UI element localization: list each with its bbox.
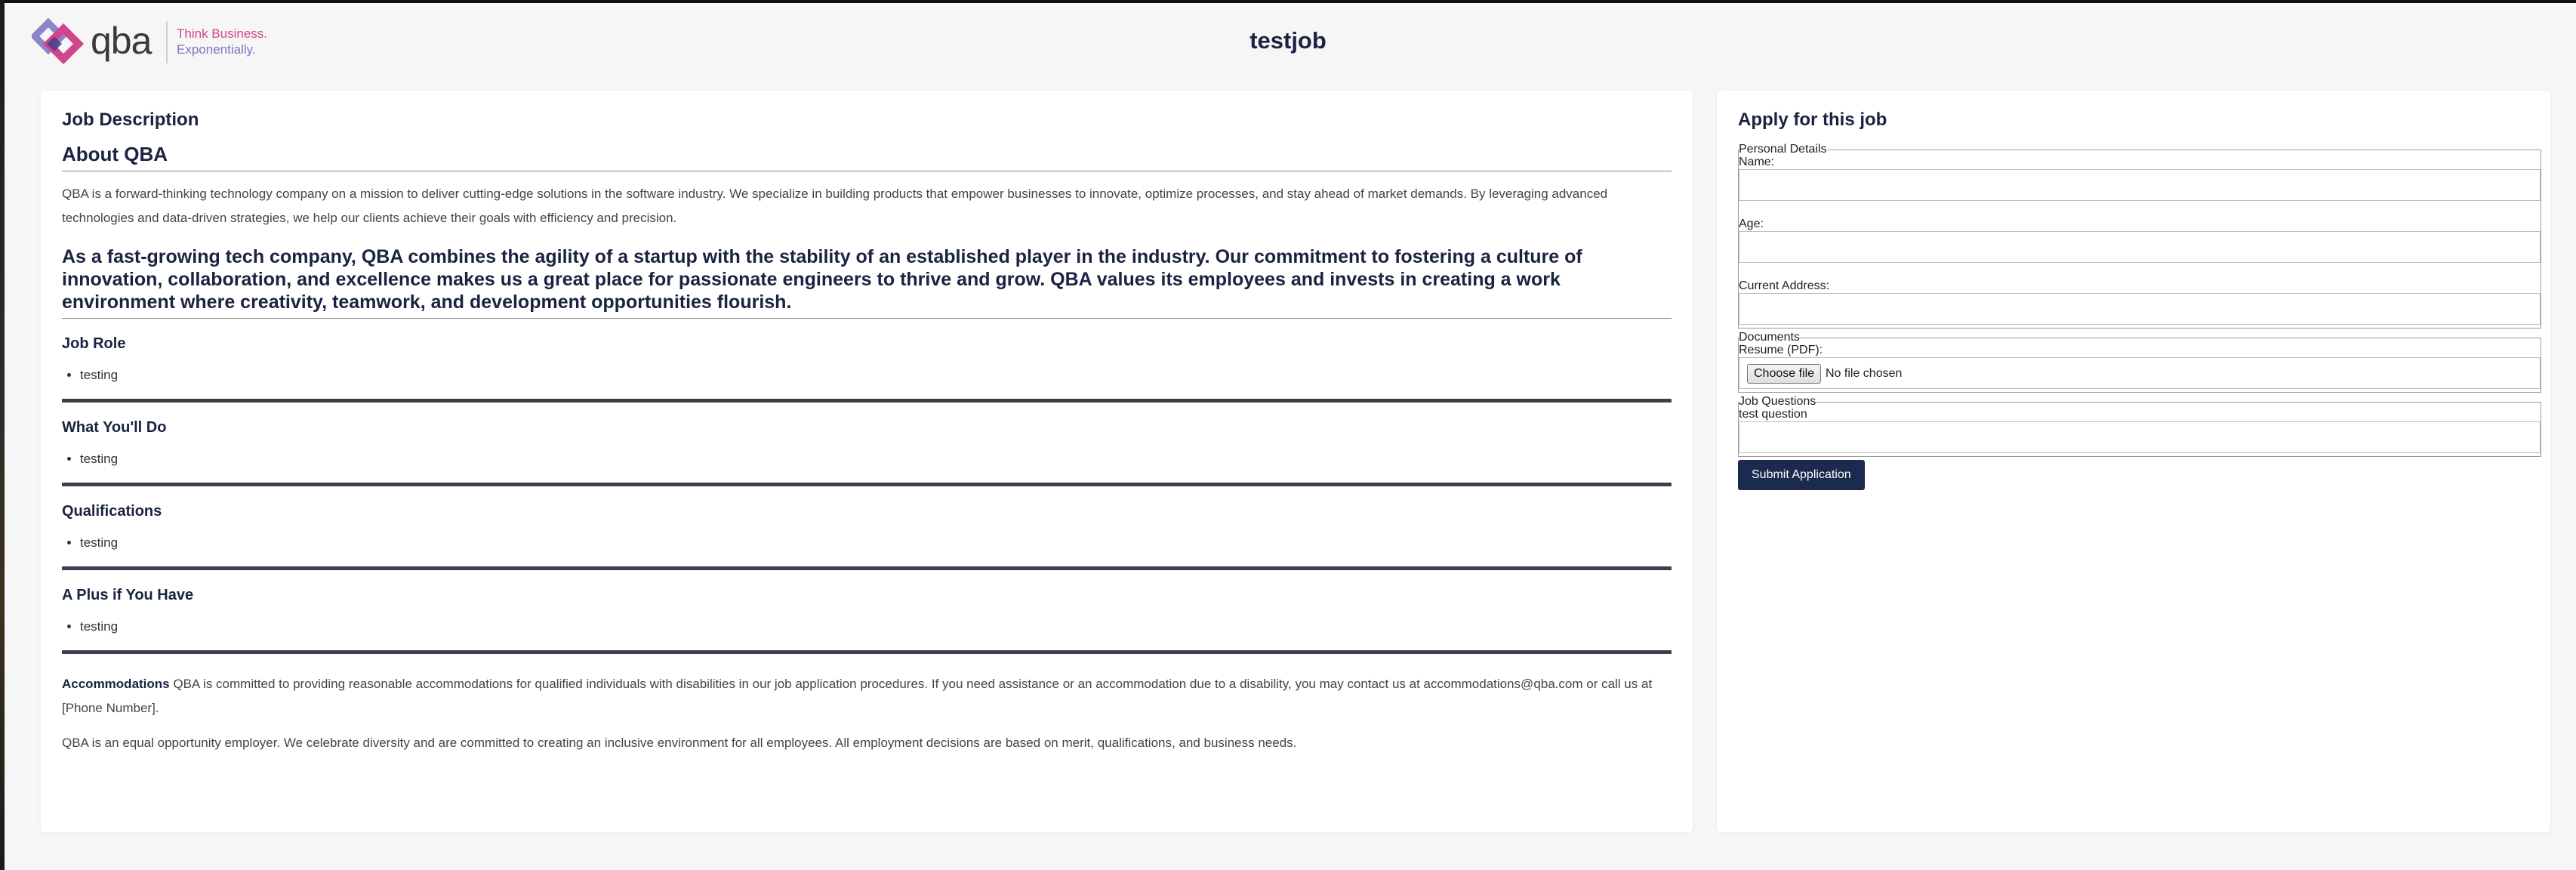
job-questions-legend: Job Questions <box>1739 395 1816 408</box>
page-title: testjob <box>1249 27 1327 54</box>
documents-legend: Documents <box>1739 331 1800 344</box>
list-item: testing <box>80 367 1672 384</box>
about-qba-heading: About QBA <box>62 142 1672 171</box>
section-title: Job Role <box>62 335 126 352</box>
list-item: testing <box>80 619 1672 635</box>
personal-details-fieldset: Personal Details Name: Age: Current Addr… <box>1738 143 2541 329</box>
section-list: testing <box>62 451 1672 467</box>
job-questions-fieldset: Job Questions test question <box>1738 396 2541 457</box>
accommodations-paragraph: Accommodations QBA is committed to provi… <box>62 672 1672 720</box>
section-title: A Plus if You Have <box>62 587 194 603</box>
section-list: testing <box>62 619 1672 635</box>
section-job-role: Job Role testing <box>62 334 1672 403</box>
section-divider <box>62 566 1672 570</box>
age-label: Age: <box>1739 218 1764 230</box>
section-divider <box>62 650 1672 654</box>
choose-file-button[interactable]: Choose file <box>1747 364 1822 384</box>
submit-application-button[interactable]: Submit Application <box>1738 460 1865 490</box>
section-divider <box>62 399 1672 403</box>
list-item: testing <box>80 535 1672 551</box>
file-status-text: No file chosen <box>1826 367 1903 380</box>
resume-file-input[interactable]: Choose file No file chosen <box>1739 357 2541 389</box>
section-list: testing <box>62 367 1672 384</box>
section-qualifications: Qualifications testing <box>62 501 1672 570</box>
apply-heading: Apply for this job <box>1738 110 1887 130</box>
section-a-plus-if-you-have: A Plus if You Have testing <box>62 585 1672 654</box>
section-list: testing <box>62 535 1672 551</box>
section-title: Qualifications <box>62 503 162 520</box>
age-input[interactable] <box>1739 231 2541 263</box>
list-item: testing <box>80 451 1672 467</box>
current-address-label: Current Address: <box>1739 279 1830 292</box>
name-label: Name: <box>1739 156 1775 168</box>
accommodations-label: Accommodations <box>62 677 170 691</box>
section-title: What You'll Do <box>62 419 167 436</box>
application-card: Apply for this job Personal Details Name… <box>1717 91 2550 832</box>
job-description-heading: Job Description <box>62 110 199 130</box>
resume-label: Resume (PDF): <box>1739 344 1823 356</box>
site-header: qba Think Business. Exponentially. testj… <box>0 0 2576 83</box>
accommodations-body: QBA is committed to providing reasonable… <box>62 677 1653 715</box>
question-1-label: test question <box>1739 408 1807 421</box>
name-input[interactable] <box>1739 169 2541 201</box>
about-qba-body: QBA is a forward-thinking technology com… <box>62 187 1608 225</box>
background-edge <box>0 0 5 870</box>
equal-opportunity-statement: QBA is an equal opportunity employer. We… <box>62 736 1297 750</box>
section-what-youll-do: What You'll Do testing <box>62 418 1672 486</box>
about-qba-lead: As a fast-growing tech company, QBA comb… <box>62 245 1672 319</box>
personal-details-legend: Personal Details <box>1739 143 1827 156</box>
job-description-content: Job Description About QBA QBA is a forwa… <box>62 109 1672 755</box>
question-1-input[interactable] <box>1739 421 2541 453</box>
application-form: Apply for this job Personal Details Name… <box>1738 109 2541 490</box>
job-description-card: Job Description About QBA QBA is a forwa… <box>41 91 1693 832</box>
section-divider <box>62 483 1672 486</box>
current-address-input[interactable] <box>1739 293 2541 325</box>
documents-fieldset: Documents Resume (PDF): Choose file No f… <box>1738 332 2541 393</box>
